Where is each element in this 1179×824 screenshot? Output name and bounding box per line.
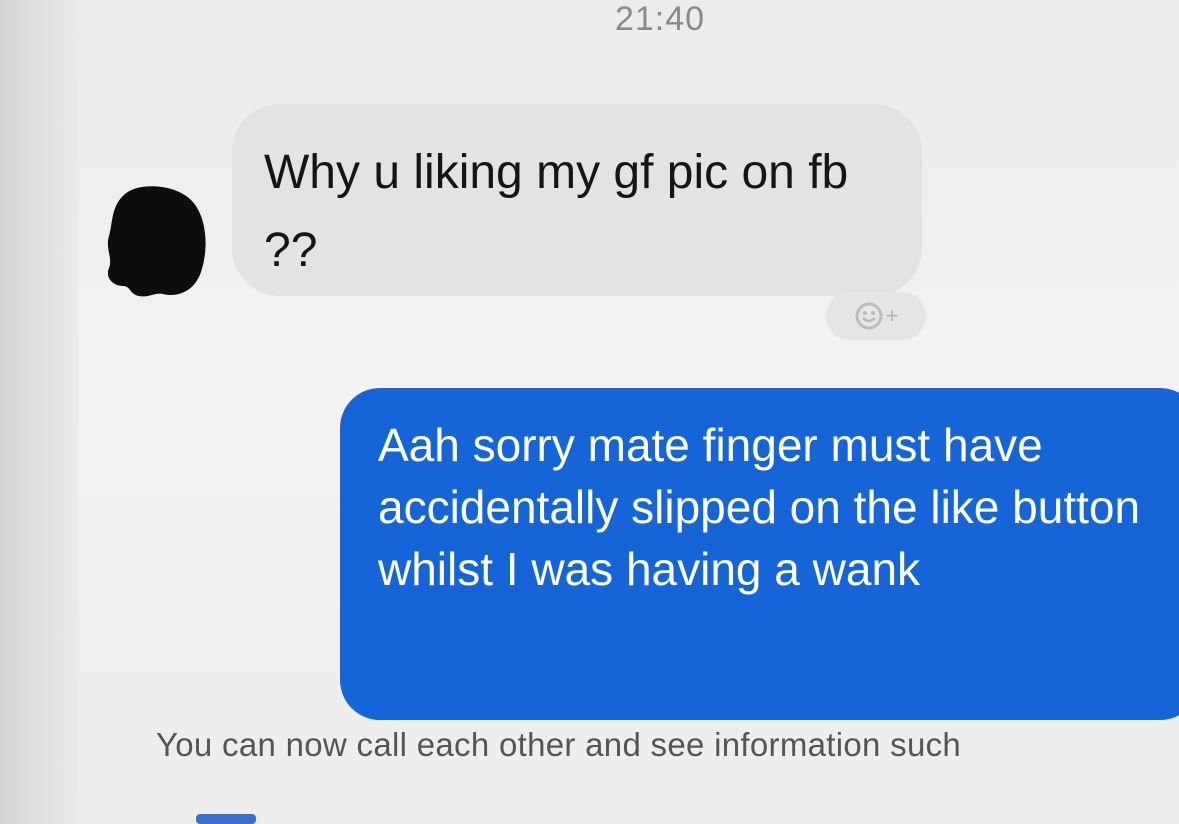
avatar[interactable] — [105, 182, 213, 300]
incoming-message-bubble[interactable]: Why u liking my gf pic on fb ?? — [232, 104, 922, 296]
plus-icon: + — [885, 303, 899, 328]
chat-screen: 21:40 Why u liking my gf pic on fb ?? + … — [0, 0, 1179, 824]
system-notice: You can now call each other and see info… — [156, 726, 962, 763]
message-timestamp: 21:40 — [614, 0, 706, 38]
outgoing-message-bubble[interactable]: Aah sorry mate finger must have accident… — [340, 388, 1179, 720]
add-reaction-button[interactable]: + — [826, 292, 926, 340]
screen-edge — [0, 0, 78, 824]
outgoing-message-text: Aah sorry mate finger must have accident… — [378, 419, 1141, 595]
avatar-silhouette-icon — [107, 186, 206, 297]
smiley-plus-icon — [855, 302, 883, 330]
incoming-message-text: Why u liking my gf pic on fb ?? — [264, 146, 849, 277]
bottom-accent — [196, 814, 256, 824]
